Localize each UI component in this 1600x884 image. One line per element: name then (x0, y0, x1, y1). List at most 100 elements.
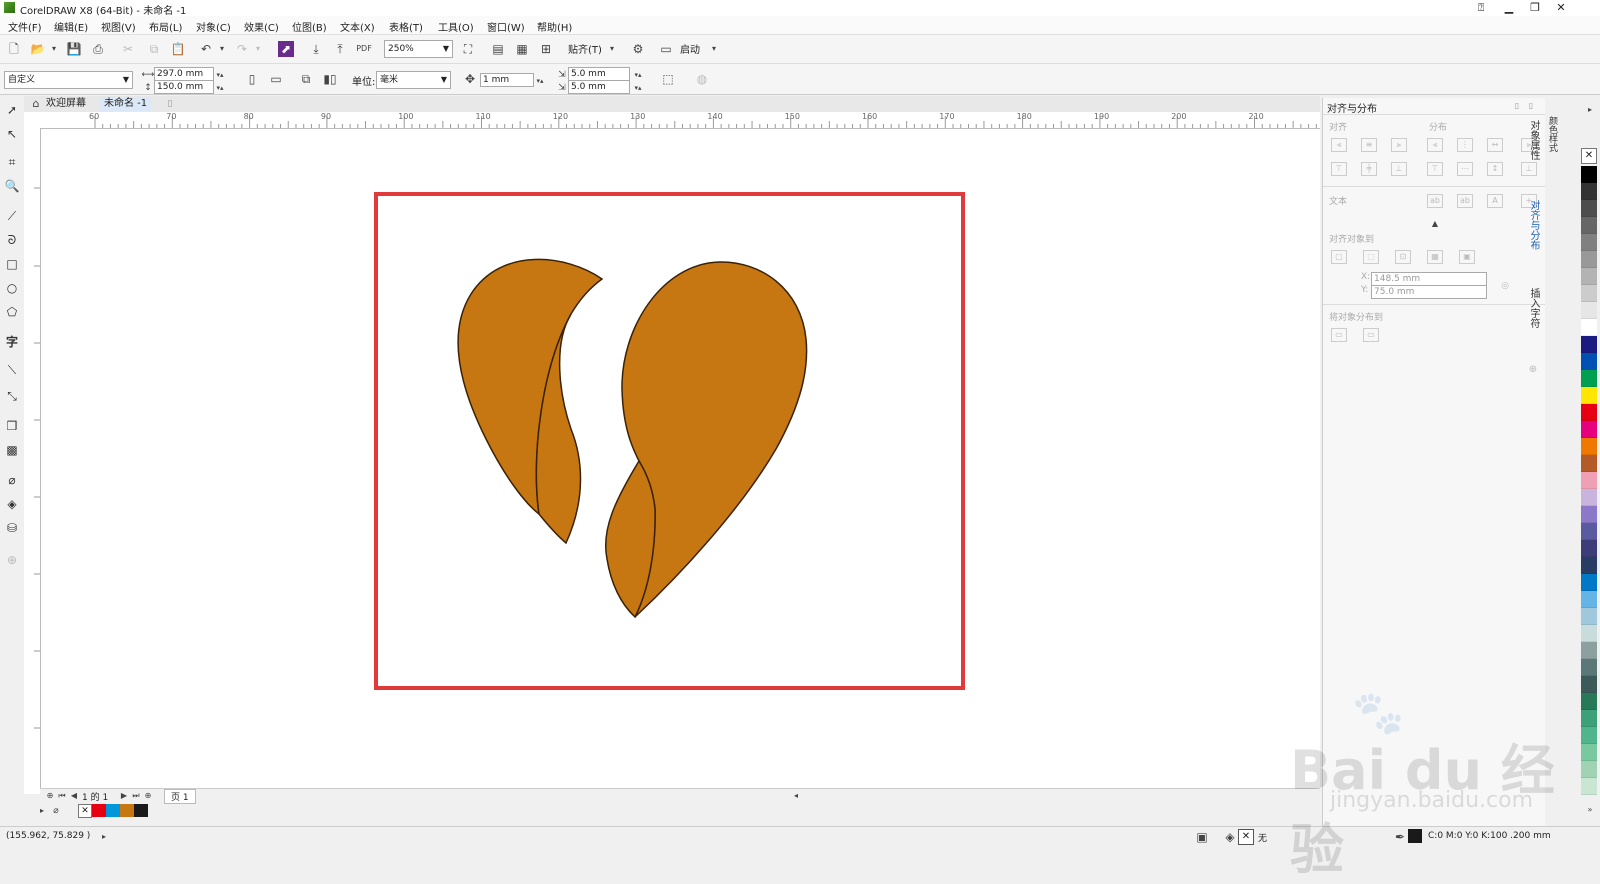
page-tab-1[interactable]: 页 1 (164, 789, 196, 804)
align-x-field[interactable]: 148.5 mm (1371, 272, 1487, 286)
tab-welcome-screen[interactable]: 欢迎屏幕 (42, 97, 90, 111)
distribute-to-page-icon[interactable]: ▭ (1363, 328, 1379, 342)
redo-icon[interactable]: ↷ (234, 41, 250, 57)
doc-swatch-red[interactable] (92, 804, 106, 817)
tab-color-styles[interactable]: 颜色样式 (1546, 116, 1559, 152)
publish-pdf-icon[interactable]: PDF (356, 41, 372, 57)
artistic-media-icon[interactable]: ᘐ (4, 232, 20, 248)
dimension-tool-icon[interactable]: ⟍ (4, 362, 20, 378)
all-pages-icon[interactable]: ⧉ (298, 71, 314, 87)
align-left-icon[interactable]: ⫷ (1331, 138, 1347, 152)
full-screen-preview-icon[interactable]: ⛶ (460, 41, 476, 57)
color-proof-icon[interactable]: ▣ (1194, 829, 1210, 845)
add-page-after-icon[interactable]: ⊕ (140, 788, 156, 804)
palette-swatch[interactable] (1581, 472, 1597, 489)
target-icon[interactable]: ◎ (1497, 278, 1513, 294)
palette-swatch[interactable] (1581, 574, 1597, 591)
rectangle-tool-icon[interactable]: □ (4, 256, 20, 272)
align-bottom-icon[interactable]: ⊥ (1391, 162, 1407, 176)
align-to-grid-icon[interactable]: ▦ (1427, 250, 1443, 264)
text-tool-icon[interactable]: 字 (4, 334, 20, 350)
palette-swatch[interactable] (1581, 166, 1597, 183)
align-to-page-edge-icon[interactable]: ⬚ (1363, 250, 1379, 264)
menu-help[interactable]: 帮助(H) (537, 19, 572, 34)
paste-icon[interactable]: 📋 (170, 41, 186, 57)
snap-dropdown-icon[interactable]: ▾ (604, 41, 620, 57)
page-height-field[interactable]: 150.0 mm (154, 80, 214, 94)
launch-dropdown-icon[interactable]: ▾ (706, 41, 722, 57)
shape-tool-icon[interactable]: ↖ (4, 126, 20, 142)
duplicate-y-spin-icon[interactable]: ▾▴ (630, 80, 646, 96)
collapse-arrow-icon[interactable]: ▲ (1427, 216, 1443, 232)
new-tab-icon[interactable]: ▯ (162, 96, 178, 112)
connector-tool-icon[interactable]: ⤡ (4, 388, 20, 404)
nudge-distance-field[interactable]: 1 mm (480, 73, 534, 87)
close-button[interactable]: ✕ (1548, 0, 1574, 16)
freehand-tool-icon[interactable]: ⟋ (4, 208, 20, 224)
copy-icon[interactable]: ⧉ (146, 41, 162, 57)
status-expand-icon[interactable]: ▸ (96, 829, 112, 845)
palette-swatch[interactable] (1581, 625, 1597, 642)
help-icon[interactable]: ⍰ (1468, 0, 1494, 16)
text-first-line-icon[interactable]: ab (1427, 194, 1443, 208)
landscape-icon[interactable]: ▭ (268, 71, 284, 87)
add-tool-icon[interactable]: ⊕ (4, 552, 20, 568)
palette-swatch[interactable] (1581, 285, 1597, 302)
print-icon[interactable]: ⎙ (90, 41, 106, 57)
tab-untitled-1[interactable]: 未命名 -1 (100, 97, 152, 111)
palette-swatch[interactable] (1581, 438, 1597, 455)
palette-swatch[interactable] (1581, 506, 1597, 523)
palette-swatch[interactable] (1581, 217, 1597, 234)
open-dropdown-icon[interactable]: ▾ (46, 41, 62, 57)
palette-swatch[interactable] (1581, 540, 1597, 557)
distribute-spacing-h-icon[interactable]: ↔ (1487, 138, 1503, 152)
units-combo[interactable]: 毫米 ▼ (376, 71, 451, 89)
doc-swatch-blue[interactable] (106, 804, 120, 817)
zoom-level-combo[interactable]: 250% ▼ (384, 40, 453, 58)
menu-table[interactable]: 表格(T) (389, 19, 423, 34)
undo-icon[interactable]: ↶ (198, 41, 214, 57)
transparency-tool-icon[interactable]: ▩ (4, 442, 20, 458)
interactive-fill-icon[interactable]: ◈ (4, 496, 20, 512)
align-y-field[interactable]: 75.0 mm (1371, 285, 1487, 299)
show-guidelines-icon[interactable]: ⊞ (538, 41, 554, 57)
previous-page-icon[interactable]: ◀ (66, 788, 82, 804)
tab-align-distribute[interactable]: 对齐与分布 (1526, 200, 1541, 250)
options-gear-icon[interactable]: ⚙ (630, 41, 646, 57)
menu-view[interactable]: 视图(V) (101, 19, 136, 34)
menu-effects[interactable]: 效果(C) (244, 19, 279, 34)
menu-text[interactable]: 文本(X) (340, 19, 375, 34)
restore-button[interactable]: ❐ (1522, 0, 1548, 16)
distribute-top-icon[interactable]: ⊤ (1427, 162, 1443, 176)
new-document-icon[interactable]: 🗋 (6, 41, 22, 57)
menu-window[interactable]: 窗口(W) (487, 19, 525, 34)
redo-dropdown-icon[interactable]: ▾ (250, 41, 266, 57)
palette-scroll-up-icon[interactable]: ▸ (1582, 102, 1598, 118)
doc-swatch-black[interactable] (134, 804, 148, 817)
open-icon[interactable]: 📂 (30, 41, 46, 57)
palette-swatch[interactable] (1581, 523, 1597, 540)
pick-tool-icon[interactable]: ➚ (4, 102, 20, 118)
show-grid-icon[interactable]: ▦ (514, 41, 530, 57)
palette-swatch[interactable] (1581, 557, 1597, 574)
align-center-h-icon[interactable]: ≡ (1361, 138, 1377, 152)
distribute-spacing-v-icon[interactable]: ↕ (1487, 162, 1503, 176)
distribute-center-v-icon[interactable]: ⋯ (1457, 162, 1473, 176)
palette-swatch[interactable] (1581, 336, 1597, 353)
palette-swatch[interactable] (1581, 404, 1597, 421)
height-spin-icon[interactable]: ▾▴ (212, 80, 228, 96)
palette-swatch[interactable] (1581, 183, 1597, 200)
palette-swatch[interactable] (1581, 676, 1597, 693)
minimize-button[interactable]: ▁ (1496, 0, 1522, 16)
crop-tool-icon[interactable]: ⌗ (4, 154, 20, 170)
ellipse-tool-icon[interactable]: ○ (4, 280, 20, 296)
nudge-spin-icon[interactable]: ▾▴ (532, 73, 548, 89)
palette-swatch[interactable] (1581, 200, 1597, 217)
current-page-icon[interactable]: ▮▯ (322, 71, 338, 87)
menu-object[interactable]: 对象(C) (196, 19, 231, 34)
export-icon[interactable]: ⤒ (332, 41, 348, 57)
duplicate-x-field[interactable]: 5.0 mm (568, 67, 630, 81)
application-launcher-icon[interactable]: ▭ (658, 41, 674, 57)
menu-bitmap[interactable]: 位图(B) (292, 19, 327, 34)
tab-object-properties[interactable]: 对象属性 (1526, 120, 1541, 160)
